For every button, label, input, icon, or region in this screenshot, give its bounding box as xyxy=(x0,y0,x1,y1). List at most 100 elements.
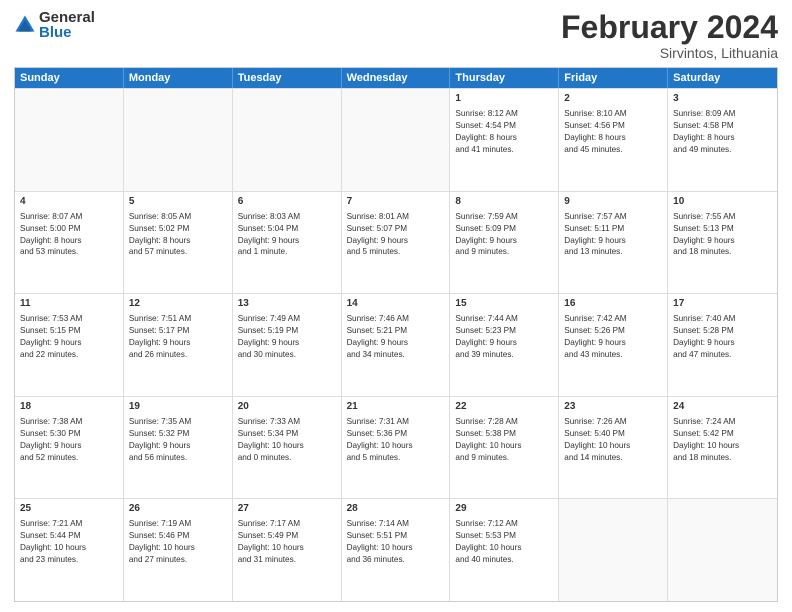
cell-info: Sunrise: 7:17 AMSunset: 5:49 PMDaylight:… xyxy=(238,518,336,566)
cell-info: Sunrise: 7:40 AMSunset: 5:28 PMDaylight:… xyxy=(673,313,772,361)
cal-cell-empty-0-0 xyxy=(15,89,124,191)
cell-info: Sunrise: 7:53 AMSunset: 5:15 PMDaylight:… xyxy=(20,313,118,361)
cal-cell-8: 8 Sunrise: 7:59 AMSunset: 5:09 PMDaylight… xyxy=(450,192,559,294)
cal-cell-18: 18 Sunrise: 7:38 AMSunset: 5:30 PMDayligh… xyxy=(15,397,124,499)
calendar-body: 1 Sunrise: 8:12 AMSunset: 4:54 PMDaylight… xyxy=(15,88,777,601)
cal-header-thursday: Thursday xyxy=(450,68,559,88)
cal-cell-empty-4-5 xyxy=(559,499,668,601)
cal-cell-27: 27 Sunrise: 7:17 AMSunset: 5:49 PMDayligh… xyxy=(233,499,342,601)
cal-header-tuesday: Tuesday xyxy=(233,68,342,88)
day-number: 13 xyxy=(238,297,336,311)
day-number: 29 xyxy=(455,502,553,516)
cell-info: Sunrise: 7:46 AMSunset: 5:21 PMDaylight:… xyxy=(347,313,445,361)
day-number: 23 xyxy=(564,400,662,414)
cell-info: Sunrise: 7:59 AMSunset: 5:09 PMDaylight:… xyxy=(455,211,553,259)
day-number: 11 xyxy=(20,297,118,311)
page: General Blue February 2024 Sirvintos, Li… xyxy=(0,0,792,612)
title-block: February 2024 Sirvintos, Lithuania xyxy=(561,10,778,61)
cal-cell-17: 17 Sunrise: 7:40 AMSunset: 5:28 PMDayligh… xyxy=(668,294,777,396)
cal-header-monday: Monday xyxy=(124,68,233,88)
cell-info: Sunrise: 7:35 AMSunset: 5:32 PMDaylight:… xyxy=(129,416,227,464)
cell-info: Sunrise: 8:09 AMSunset: 4:58 PMDaylight:… xyxy=(673,108,772,156)
cal-cell-4: 4 Sunrise: 8:07 AMSunset: 5:00 PMDaylight… xyxy=(15,192,124,294)
cal-week-2: 4 Sunrise: 8:07 AMSunset: 5:00 PMDaylight… xyxy=(15,191,777,294)
day-number: 4 xyxy=(20,195,118,209)
cal-cell-empty-0-1 xyxy=(124,89,233,191)
logo-text: General Blue xyxy=(39,10,95,40)
day-number: 7 xyxy=(347,195,445,209)
cell-info: Sunrise: 7:51 AMSunset: 5:17 PMDaylight:… xyxy=(129,313,227,361)
cal-cell-14: 14 Sunrise: 7:46 AMSunset: 5:21 PMDayligh… xyxy=(342,294,451,396)
cell-info: Sunrise: 8:07 AMSunset: 5:00 PMDaylight:… xyxy=(20,211,118,259)
day-number: 1 xyxy=(455,92,553,106)
logo: General Blue xyxy=(14,10,95,40)
calendar-header-row: SundayMondayTuesdayWednesdayThursdayFrid… xyxy=(15,68,777,88)
day-number: 15 xyxy=(455,297,553,311)
day-number: 20 xyxy=(238,400,336,414)
calendar: SundayMondayTuesdayWednesdayThursdayFrid… xyxy=(14,67,778,602)
day-number: 26 xyxy=(129,502,227,516)
cal-cell-26: 26 Sunrise: 7:19 AMSunset: 5:46 PMDayligh… xyxy=(124,499,233,601)
cell-info: Sunrise: 7:24 AMSunset: 5:42 PMDaylight:… xyxy=(673,416,772,464)
day-number: 8 xyxy=(455,195,553,209)
cal-cell-9: 9 Sunrise: 7:57 AMSunset: 5:11 PMDaylight… xyxy=(559,192,668,294)
cell-info: Sunrise: 8:05 AMSunset: 5:02 PMDaylight:… xyxy=(129,211,227,259)
cell-info: Sunrise: 8:10 AMSunset: 4:56 PMDaylight:… xyxy=(564,108,662,156)
cal-week-1: 1 Sunrise: 8:12 AMSunset: 4:54 PMDaylight… xyxy=(15,88,777,191)
cal-cell-13: 13 Sunrise: 7:49 AMSunset: 5:19 PMDayligh… xyxy=(233,294,342,396)
cell-info: Sunrise: 7:38 AMSunset: 5:30 PMDaylight:… xyxy=(20,416,118,464)
cal-cell-19: 19 Sunrise: 7:35 AMSunset: 5:32 PMDayligh… xyxy=(124,397,233,499)
header: General Blue February 2024 Sirvintos, Li… xyxy=(14,10,778,61)
cal-cell-15: 15 Sunrise: 7:44 AMSunset: 5:23 PMDayligh… xyxy=(450,294,559,396)
day-number: 14 xyxy=(347,297,445,311)
day-number: 21 xyxy=(347,400,445,414)
cal-cell-29: 29 Sunrise: 7:12 AMSunset: 5:53 PMDayligh… xyxy=(450,499,559,601)
cal-cell-1: 1 Sunrise: 8:12 AMSunset: 4:54 PMDaylight… xyxy=(450,89,559,191)
cal-header-friday: Friday xyxy=(559,68,668,88)
cal-cell-24: 24Sunrise: 7:24 AMSunset: 5:42 PMDayligh… xyxy=(668,397,777,499)
day-number: 12 xyxy=(129,297,227,311)
cell-info: Sunrise: 7:21 AMSunset: 5:44 PMDaylight:… xyxy=(20,518,118,566)
cell-info: Sunrise: 7:12 AMSunset: 5:53 PMDaylight:… xyxy=(455,518,553,566)
cal-cell-5: 5 Sunrise: 8:05 AMSunset: 5:02 PMDaylight… xyxy=(124,192,233,294)
cal-cell-12: 12 Sunrise: 7:51 AMSunset: 5:17 PMDayligh… xyxy=(124,294,233,396)
cal-header-saturday: Saturday xyxy=(668,68,777,88)
cell-info: Sunrise: 7:44 AMSunset: 5:23 PMDaylight:… xyxy=(455,313,553,361)
cell-info: Sunrise: 7:57 AMSunset: 5:11 PMDaylight:… xyxy=(564,211,662,259)
month-title: February 2024 xyxy=(561,10,778,45)
day-number: 10 xyxy=(673,195,772,209)
cal-cell-28: 28Sunrise: 7:14 AMSunset: 5:51 PMDayligh… xyxy=(342,499,451,601)
day-number: 17 xyxy=(673,297,772,311)
cal-cell-empty-0-3 xyxy=(342,89,451,191)
day-number: 27 xyxy=(238,502,336,516)
cal-week-5: 25Sunrise: 7:21 AMSunset: 5:44 PMDayligh… xyxy=(15,498,777,601)
cal-cell-6: 6Sunrise: 8:03 AMSunset: 5:04 PMDaylight… xyxy=(233,192,342,294)
cell-info: Sunrise: 7:33 AMSunset: 5:34 PMDaylight:… xyxy=(238,416,336,464)
logo-icon xyxy=(14,14,36,36)
cal-cell-7: 7Sunrise: 8:01 AMSunset: 5:07 PMDaylight… xyxy=(342,192,451,294)
day-number: 5 xyxy=(129,195,227,209)
cal-cell-11: 11 Sunrise: 7:53 AMSunset: 5:15 PMDayligh… xyxy=(15,294,124,396)
cal-week-3: 11 Sunrise: 7:53 AMSunset: 5:15 PMDayligh… xyxy=(15,293,777,396)
cal-header-sunday: Sunday xyxy=(15,68,124,88)
cal-cell-22: 22Sunrise: 7:28 AMSunset: 5:38 PMDayligh… xyxy=(450,397,559,499)
day-number: 22 xyxy=(455,400,553,414)
cell-info: Sunrise: 7:42 AMSunset: 5:26 PMDaylight:… xyxy=(564,313,662,361)
cal-cell-20: 20 Sunrise: 7:33 AMSunset: 5:34 PMDayligh… xyxy=(233,397,342,499)
day-number: 9 xyxy=(564,195,662,209)
cell-info: Sunrise: 7:55 AMSunset: 5:13 PMDaylight:… xyxy=(673,211,772,259)
cal-cell-21: 21 Sunrise: 7:31 AMSunset: 5:36 PMDayligh… xyxy=(342,397,451,499)
cell-info: Sunrise: 8:12 AMSunset: 4:54 PMDaylight:… xyxy=(455,108,553,156)
cell-info: Sunrise: 7:19 AMSunset: 5:46 PMDaylight:… xyxy=(129,518,227,566)
location-title: Sirvintos, Lithuania xyxy=(561,45,778,61)
day-number: 18 xyxy=(20,400,118,414)
cell-info: Sunrise: 7:31 AMSunset: 5:36 PMDaylight:… xyxy=(347,416,445,464)
cell-info: Sunrise: 8:03 AMSunset: 5:04 PMDaylight:… xyxy=(238,211,336,259)
cal-cell-10: 10 Sunrise: 7:55 AMSunset: 5:13 PMDayligh… xyxy=(668,192,777,294)
day-number: 2 xyxy=(564,92,662,106)
cell-info: Sunrise: 7:49 AMSunset: 5:19 PMDaylight:… xyxy=(238,313,336,361)
logo-blue-text: Blue xyxy=(39,25,95,40)
day-number: 28 xyxy=(347,502,445,516)
day-number: 19 xyxy=(129,400,227,414)
cal-cell-empty-4-6 xyxy=(668,499,777,601)
